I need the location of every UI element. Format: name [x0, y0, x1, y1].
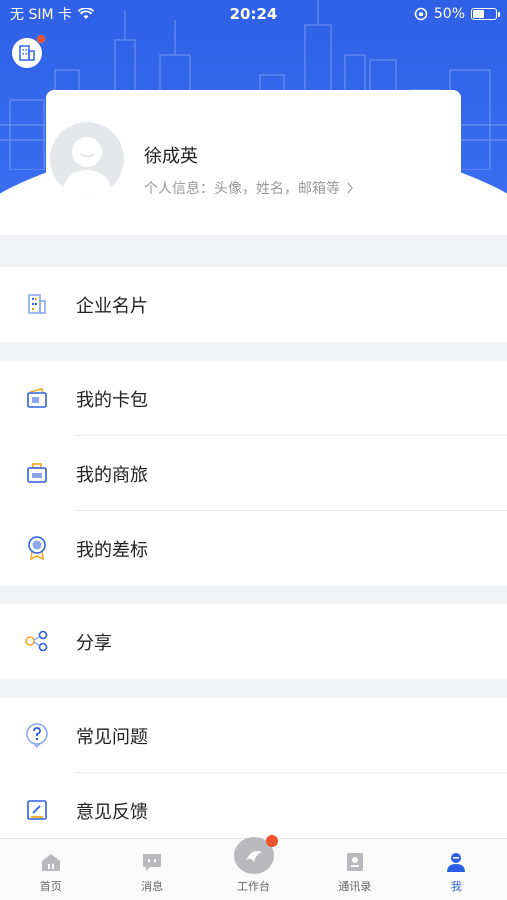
menu-label-card-wallet: 我的卡包 — [76, 389, 148, 411]
notification-dot — [265, 835, 278, 847]
menu-item-share[interactable]: 分享 — [0, 604, 507, 679]
default-avatar-icon — [62, 137, 112, 196]
tab-workbench[interactable]: 工作台 — [203, 835, 304, 900]
battery-level — [473, 10, 484, 18]
section-share: 分享 — [0, 604, 507, 679]
home-icon — [39, 850, 63, 874]
card-wallet-icon — [24, 385, 50, 411]
battery-percent: 50% — [433, 6, 465, 22]
message-icon — [140, 850, 164, 874]
question-icon — [24, 722, 50, 748]
profile-card[interactable]: 徐成英 个人信息：头像，姓名，邮箱等 — [46, 90, 461, 230]
suitcase-icon — [24, 460, 50, 486]
carrier-text: 无 SIM 卡 — [10, 7, 72, 23]
menu-label-business-card: 企业名片 — [76, 295, 148, 317]
menu-label-share: 分享 — [76, 632, 112, 654]
menu-label-faq: 常见问题 — [76, 726, 148, 748]
menu-item-business-travel[interactable]: 我的商旅 — [0, 436, 507, 511]
tab-home[interactable]: 首页 — [0, 839, 101, 900]
contacts-icon — [343, 850, 367, 874]
menu-item-business-card[interactable]: 企业名片 — [0, 267, 507, 342]
feedback-edit-icon — [24, 797, 50, 823]
profile-icon — [444, 850, 468, 874]
badge-icon — [24, 535, 50, 561]
status-bar: 无 SIM 卡 20:24 50% — [0, 0, 507, 28]
section-enterprise: 企业名片 — [0, 267, 507, 342]
building-icon — [19, 45, 35, 61]
tab-me[interactable]: 我 — [406, 839, 507, 900]
menu-label-feedback: 意见反馈 — [76, 801, 148, 823]
menu-label-business-travel: 我的商旅 — [76, 464, 148, 486]
avatar[interactable] — [50, 122, 124, 196]
tab-messages[interactable]: 消息 — [101, 839, 202, 900]
tab-label-workbench: 工作台 — [237, 880, 271, 893]
chevron-right-icon — [347, 182, 353, 194]
battery-icon — [471, 8, 500, 20]
section-wallet: 我的卡包 我的商旅 我的差标 — [0, 361, 507, 586]
menu-item-benchmark[interactable]: 我的差标 — [0, 511, 507, 586]
tab-label-messages: 消息 — [141, 880, 164, 893]
personal-info-link[interactable]: 个人信息：头像，姓名，邮箱等 — [144, 178, 354, 198]
tab-contacts[interactable]: 通讯录 — [304, 839, 405, 900]
workbench-icon — [233, 835, 278, 874]
user-name: 徐成英 — [144, 146, 198, 167]
orientation-lock-icon — [414, 7, 428, 21]
tab-label-me: 我 — [450, 880, 462, 893]
menu-item-card-wallet[interactable]: 我的卡包 — [0, 361, 507, 436]
business-card-icon — [24, 291, 50, 317]
notification-dot — [36, 34, 46, 44]
personal-info-hint: 个人信息：头像，姓名，邮箱等 — [144, 181, 340, 197]
tab-label-home: 首页 — [39, 880, 62, 893]
organization-switch-button[interactable] — [12, 34, 46, 68]
menu-label-benchmark: 我的差标 — [76, 539, 148, 561]
share-icon — [24, 628, 50, 654]
bottom-tab-bar: 首页 消息 工作台 通讯录 我 — [0, 835, 507, 900]
section-help: 常见问题 意见反馈 — [0, 698, 507, 848]
tab-label-contacts: 通讯录 — [338, 880, 372, 893]
wifi-icon — [78, 8, 94, 19]
menu-item-faq[interactable]: 常见问题 — [0, 698, 507, 773]
